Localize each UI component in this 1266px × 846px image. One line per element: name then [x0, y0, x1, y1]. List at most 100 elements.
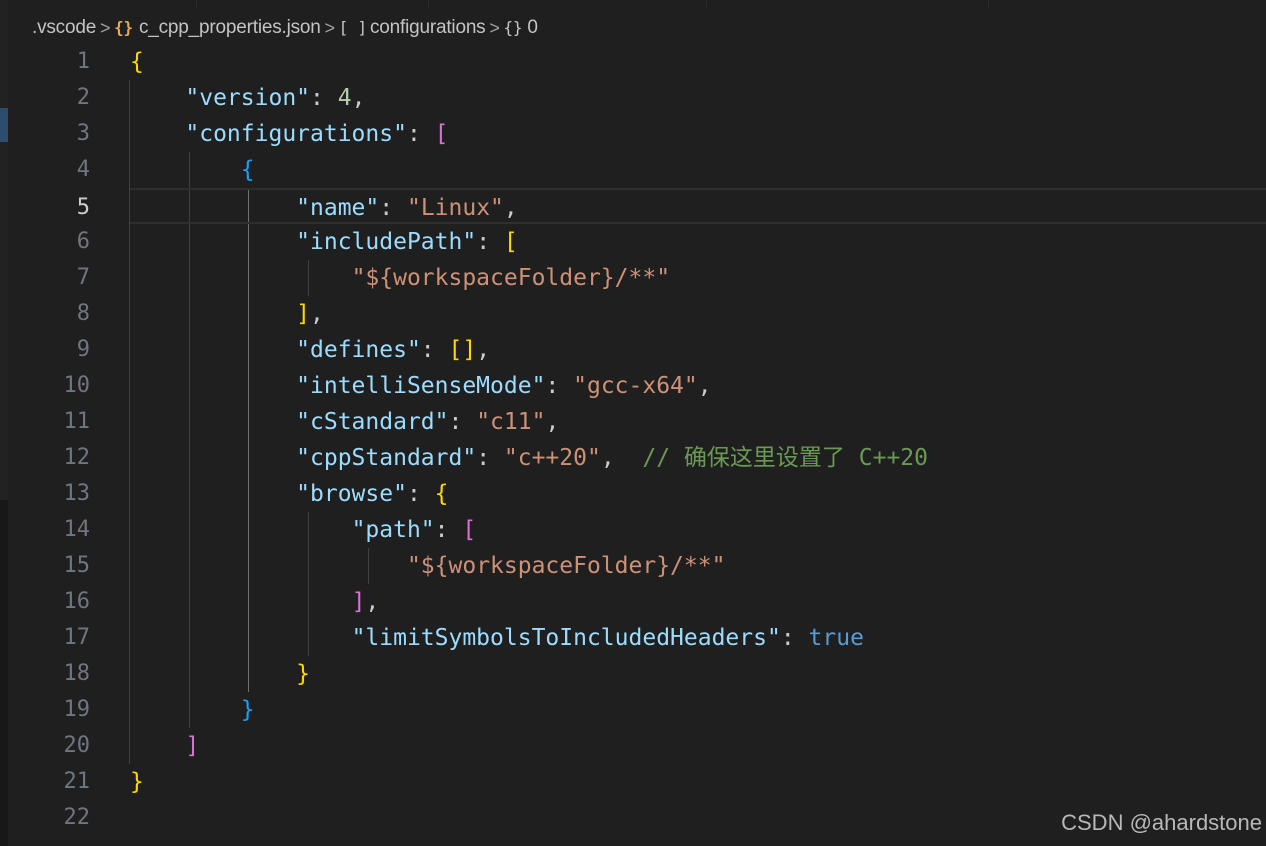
code-line[interactable]: 15 "${workspaceFolder}/**" [0, 548, 1266, 584]
object-icon: {} [503, 18, 523, 37]
code-token: { [130, 49, 144, 75]
line-content: "limitSymbolsToIncludedHeaders": true [130, 620, 864, 656]
breadcrumb-item-configurations[interactable]: [ ] configurations [339, 17, 486, 39]
code-token: : [434, 517, 463, 543]
breadcrumb: .vscode > {} c_cpp_properties.json > [ ] c… [32, 14, 538, 42]
json-file-icon: {} [114, 18, 133, 37]
code-line[interactable]: 6 "includePath": [ [0, 224, 1266, 260]
code-line[interactable]: 11 "cStandard": "c11", [0, 404, 1266, 440]
code-token: "Linux" [406, 195, 504, 221]
code-token: // 确保这里设置了 C++20 [642, 445, 928, 471]
code-token: "includePath" [296, 229, 477, 255]
code-editor[interactable]: 1{2 "version": 4, 3 "configurations": [4 … [0, 44, 1266, 846]
code-line[interactable]: 8 ], [0, 296, 1266, 332]
code-token: "name" [296, 195, 380, 221]
code-token: "cStandard" [296, 409, 449, 435]
code-line[interactable]: 9 "defines": [], [0, 332, 1266, 368]
code-token: "${workspaceFolder}/**" [351, 265, 671, 291]
code-token: "gcc-x64" [573, 373, 698, 399]
breadcrumb-item-vscode[interactable]: .vscode [32, 17, 96, 39]
line-content: "${workspaceFolder}/**" [130, 260, 671, 296]
code-token: : [406, 121, 435, 147]
line-content: { [130, 44, 144, 80]
code-line[interactable]: 14 "path": [ [0, 512, 1266, 548]
line-content: ], [130, 584, 380, 620]
code-token: : [476, 229, 504, 255]
code-token: ] [185, 733, 200, 759]
line-content: } [130, 764, 144, 800]
line-content: ], [130, 296, 324, 332]
line-number: 12 [63, 445, 91, 470]
line-number: 19 [63, 697, 91, 722]
line-number: 20 [63, 733, 91, 758]
breadcrumb-item-file[interactable]: {} c_cpp_properties.json [114, 17, 321, 39]
code-line[interactable]: 7 "${workspaceFolder}/**" [0, 260, 1266, 296]
code-token: : [406, 481, 435, 507]
code-token: , [476, 337, 491, 363]
editor-tab-strip-edge [0, 0, 1266, 8]
code-line[interactable]: 16 ], [0, 584, 1266, 620]
code-token: : [476, 445, 504, 471]
line-number: 11 [63, 409, 91, 434]
code-token: : [545, 373, 574, 399]
line-number: 14 [63, 517, 91, 542]
line-content: ] [130, 728, 199, 764]
code-token: "intelliSenseMode" [296, 373, 546, 399]
code-line[interactable]: 18 } [0, 656, 1266, 692]
code-token: } [240, 697, 255, 723]
code-token: "${workspaceFolder}/**" [406, 553, 726, 579]
code-token: [] [448, 337, 477, 363]
array-icon: [ ] [338, 18, 368, 37]
code-line[interactable]: 3 "configurations": [ [0, 116, 1266, 152]
code-token: "limitSymbolsToIncludedHeaders" [351, 625, 781, 651]
line-number: 6 [76, 229, 90, 254]
line-number: 7 [76, 265, 90, 290]
breadcrumb-item-object-0[interactable]: {} 0 [503, 17, 537, 39]
line-content: "defines": [], [130, 332, 490, 368]
watermark: CSDN @ahardstone [1061, 810, 1262, 835]
line-content: "cStandard": "c11", [130, 404, 559, 440]
code-token: : [379, 195, 407, 221]
code-token: , [697, 373, 712, 399]
code-line[interactable]: 17 "limitSymbolsToIncludedHeaders": true [0, 620, 1266, 656]
line-content: "includePath": [ [130, 224, 518, 260]
line-content: } [130, 656, 310, 692]
code-token: , [310, 301, 324, 327]
code-token: : [780, 625, 809, 651]
code-line[interactable]: 2 "version": 4, [0, 80, 1266, 116]
breadcrumb-label: 0 [527, 17, 538, 38]
code-token: "c11" [476, 409, 546, 435]
line-number: 8 [76, 301, 90, 326]
code-line[interactable]: 1{ [0, 44, 1266, 80]
code-token: { [434, 481, 449, 507]
code-token: ] [296, 301, 311, 327]
line-number: 18 [63, 661, 91, 686]
code-line[interactable]: 19 } [0, 692, 1266, 728]
line-number: 13 [63, 481, 91, 506]
line-number: 4 [76, 157, 90, 182]
chevron-right-icon: > [324, 17, 336, 38]
line-number: 2 [76, 85, 90, 110]
line-number: 16 [63, 589, 91, 614]
code-line[interactable]: 10 "intelliSenseMode": "gcc-x64", [0, 368, 1266, 404]
code-token: } [296, 661, 311, 687]
code-line[interactable]: 12 "cppStandard": "c++20", // 确保这里设置了 C+… [0, 440, 1266, 476]
code-line[interactable]: 21} [0, 764, 1266, 800]
line-content: } [130, 692, 255, 728]
code-line[interactable]: 20 ] [0, 728, 1266, 764]
code-line[interactable]: 5 "name": "Linux", [77, 188, 1266, 224]
code-line[interactable]: 4 { [0, 152, 1266, 188]
code-line[interactable]: 13 "browse": { [0, 476, 1266, 512]
